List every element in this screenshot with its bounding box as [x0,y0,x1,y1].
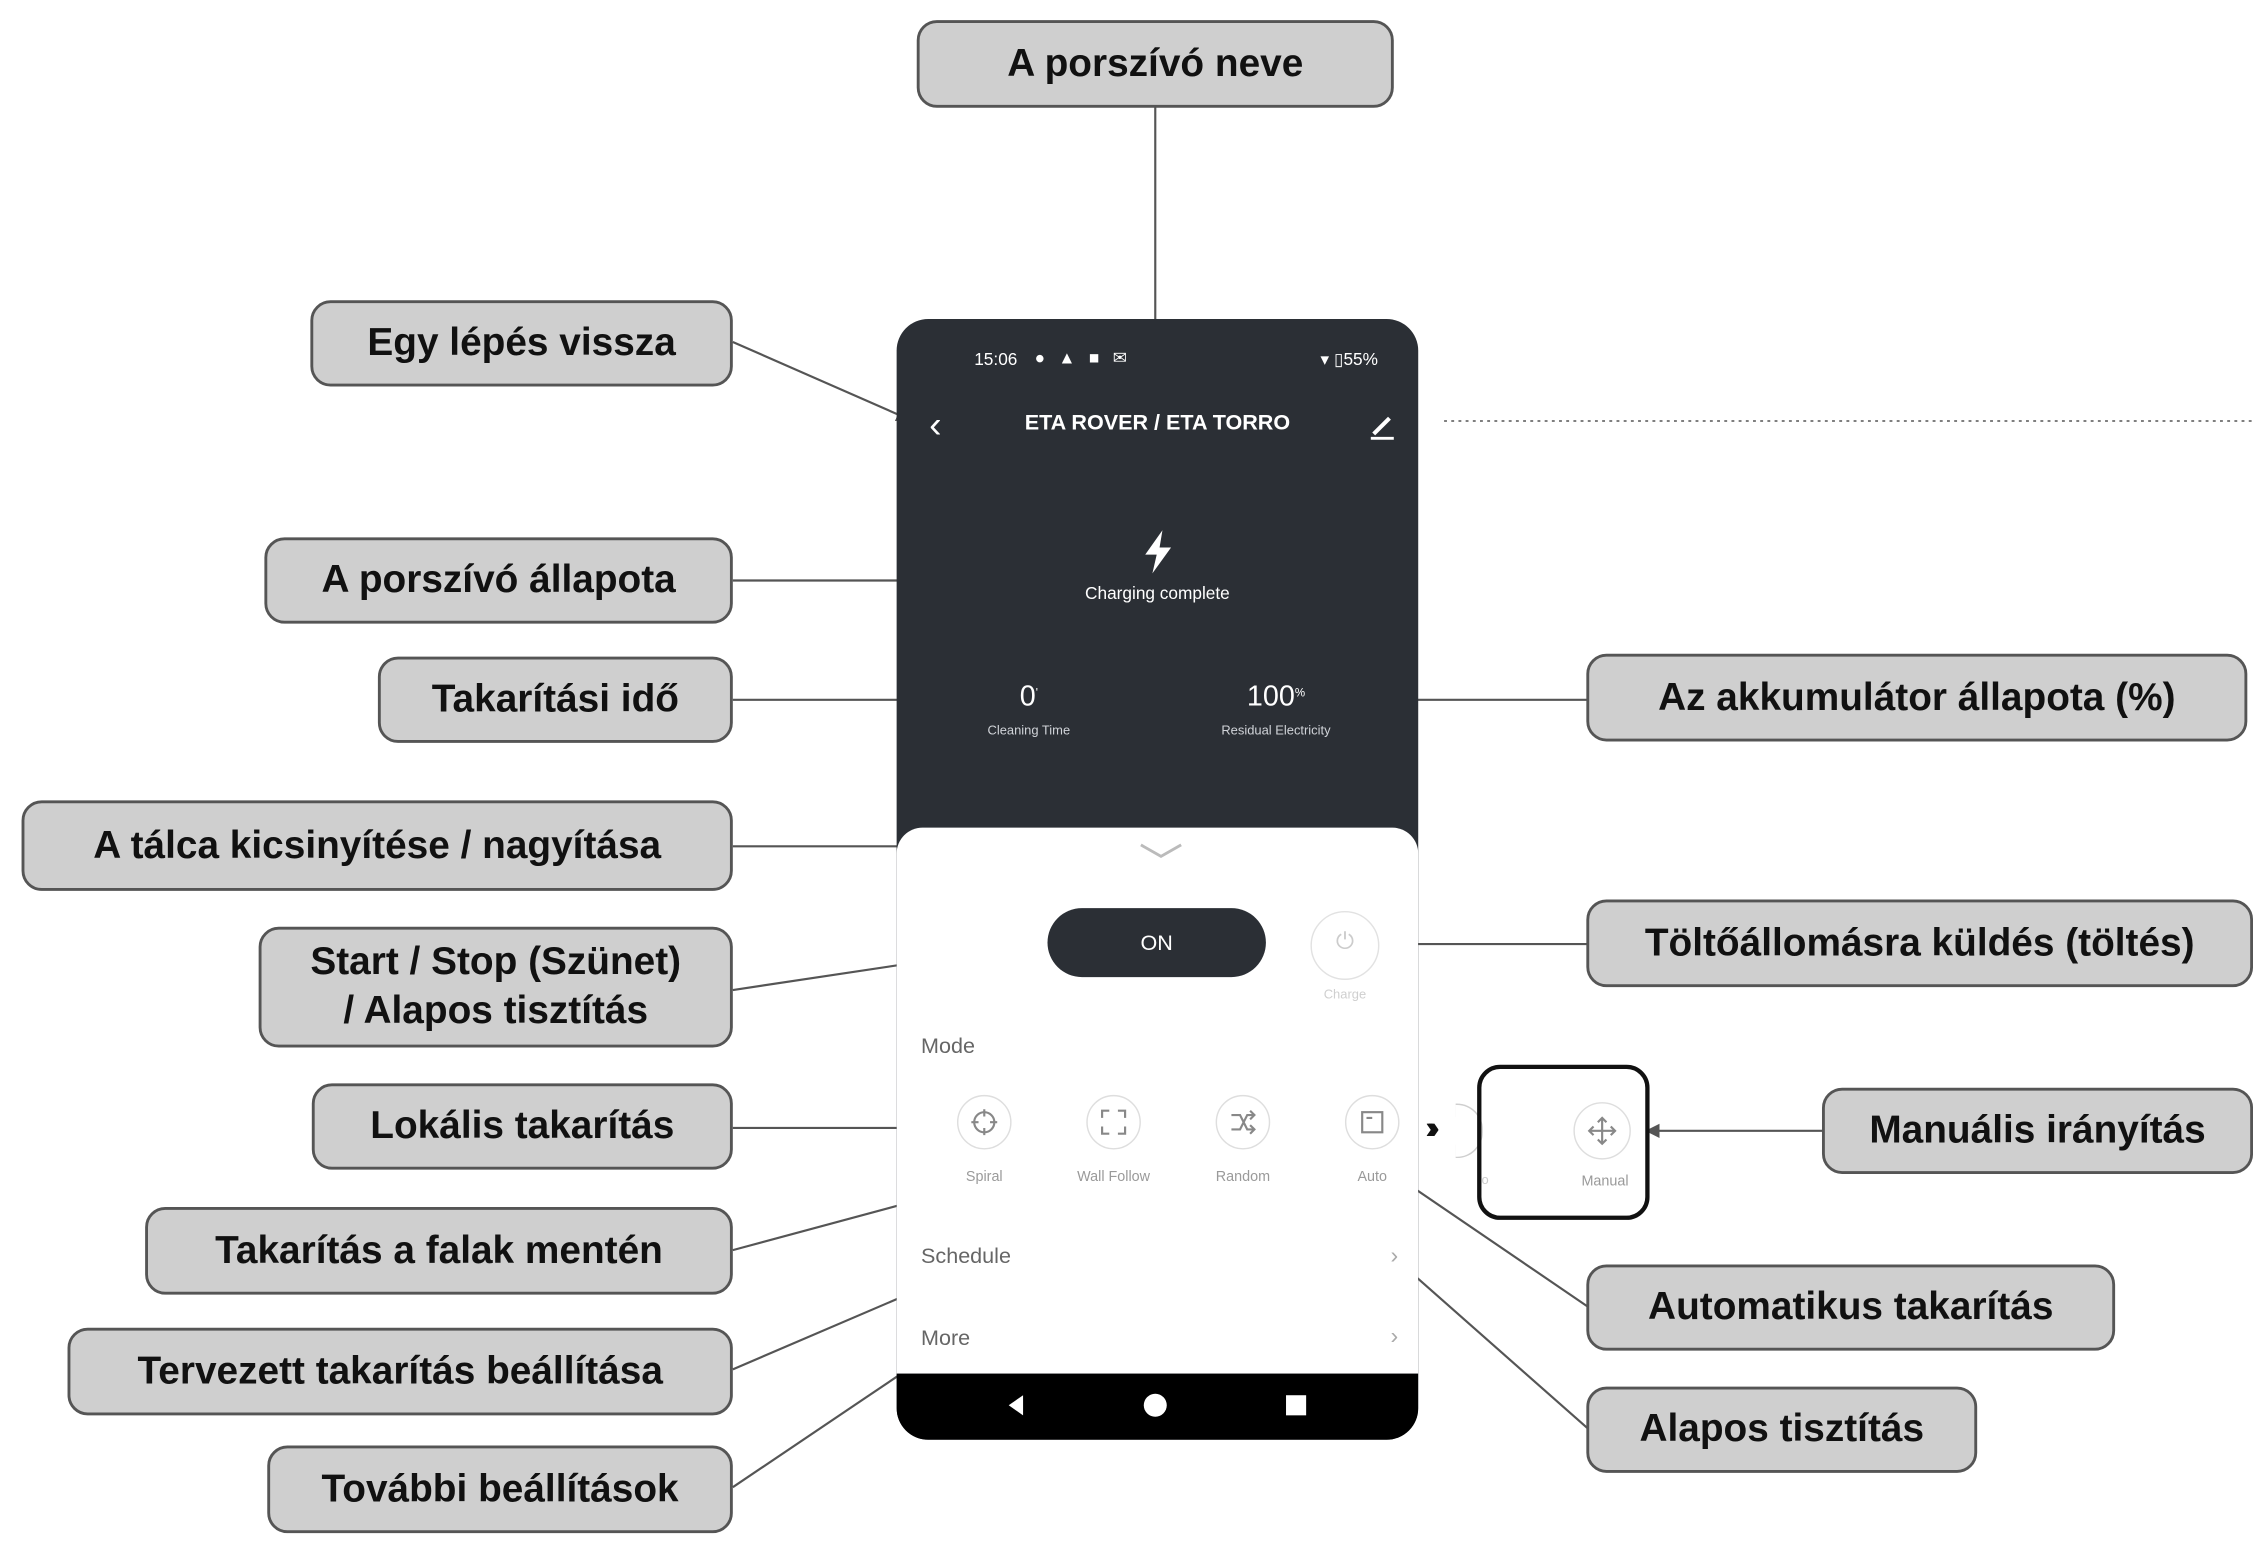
cleaning-time-stat: 0' Cleaning Time [943,681,1115,737]
mode-auto-label: Auto [1357,1169,1388,1186]
callout-local: Lokális takarítás [311,1083,733,1170]
charge-button[interactable]: ⏻ [1310,910,1380,980]
bolt-icon [1145,530,1172,574]
charge-icon: ⏻ [1335,929,1355,955]
more-row[interactable]: More [921,1326,970,1350]
status-bar: 15:06 ● ▲ ■ ✉ ▾ ▯55% [897,345,1419,377]
callout-thorough: Alapos tisztítás [1586,1386,1978,1473]
callout-battery: Az akkumulátor állapota (%) [1586,653,2248,742]
schedule-label: Schedule [921,1244,1011,1269]
mode-wall-follow-label: Wall Follow [1077,1169,1151,1186]
mode-manual-button[interactable] [1573,1102,1631,1160]
chevron-down-icon[interactable] [1135,836,1187,865]
mode-auto-button[interactable] [1344,1094,1400,1150]
callout-more: További beállítások [267,1445,733,1534]
callout-start-stop-line1: Start / Stop (Szünet) [310,940,682,984]
chevron-right-icon: › [1390,1324,1399,1350]
random-icon [1231,1109,1256,1135]
callout-schedule: Tervezett takarítás beállítása [67,1327,733,1416]
schedule-row[interactable]: Schedule [921,1244,1398,1268]
cleaning-time-label: Cleaning Time [987,722,1071,738]
residual-value: 100 [1246,681,1295,713]
notification-icons: ● ▲ ■ ✉ [1034,347,1132,368]
mode-spiral-button[interactable] [956,1094,1012,1150]
status-text: Charging complete [1085,583,1230,604]
cleaning-time-unit: ' [1035,686,1038,700]
status-right: ▾ ▯55% [1320,349,1377,369]
android-nav-bar [896,1373,1419,1440]
mode-spiral-label: Spiral [965,1169,1003,1186]
mode-manual-label: Manual [1581,1173,1629,1190]
cleaning-time-value: 0 [1019,681,1036,713]
annotated-screenshot: A porszívó neve Egy lépés vissza A porsz… [0,0,2253,1542]
callout-start-stop: Start / Stop (Szünet) / Alapos tisztítás [258,926,733,1048]
edit-icon[interactable] [1364,405,1401,442]
mode-random-button[interactable] [1215,1094,1271,1150]
mode-wall-follow-button[interactable] [1086,1094,1141,1150]
charge-label: Charge [1323,987,1367,1002]
nav-home-icon[interactable] [1143,1393,1167,1417]
callout-auto: Automatikus takarítás [1586,1264,2116,1351]
mode-random-label: Random [1215,1169,1271,1186]
callout-manual: Manuális irányítás [1821,1087,2253,1174]
more-label: More [921,1326,971,1351]
residual-label: Residual Electricity [1221,722,1331,738]
status-time: 15:06 [974,349,1018,370]
scroll-arrows-icon: ››› [1425,1109,1439,1146]
control-tray: ON ⏻ Charge Mode Spiral Wall Follow Rand… [896,827,1419,1374]
wifi-icon: ▾ [1320,349,1330,370]
callout-charge: Töltőállomásra küldés (töltés) [1586,899,2253,988]
residual-electricity-stat: 100% Residual Electricity [1190,681,1362,737]
residual-unit: % [1294,686,1306,700]
device-title: ETA ROVER / ETA TORRO [1024,410,1291,436]
callout-vacuum-name: A porszívó neve [916,20,1394,108]
callout-back: Egy lépés vissza [310,300,733,387]
battery-icon: ▯ [1333,349,1344,370]
callout-status: A porszívó állapota [264,537,733,624]
callout-wall: Takarítás a falak mentén [145,1206,733,1295]
callout-cleaning-time: Takarítási idő [377,656,733,743]
nav-recents-icon[interactable] [1286,1395,1307,1416]
callout-start-stop-line2: / Alapos tisztítás [343,988,649,1032]
nav-back-icon[interactable] [1006,1394,1026,1417]
auto-icon [1361,1111,1384,1134]
start-stop-button[interactable]: ON [1047,908,1266,978]
phone-screen: 15:06 ● ▲ ■ ✉ ▾ ▯55% ‹ ETA ROVER / ETA T… [896,318,1419,1440]
wall-follow-icon [1101,1109,1127,1135]
status-battery: 55% [1343,349,1378,370]
spiral-icon [971,1109,998,1136]
chevron-right-icon: › [1390,1244,1399,1269]
top-bar: ‹ ETA ROVER / ETA TORRO [897,402,1419,445]
mode-label: Mode [921,1034,975,1059]
callout-tray: A tálca kicsinyítése / nagyítása [21,800,733,891]
manual-icon [1587,1116,1617,1146]
